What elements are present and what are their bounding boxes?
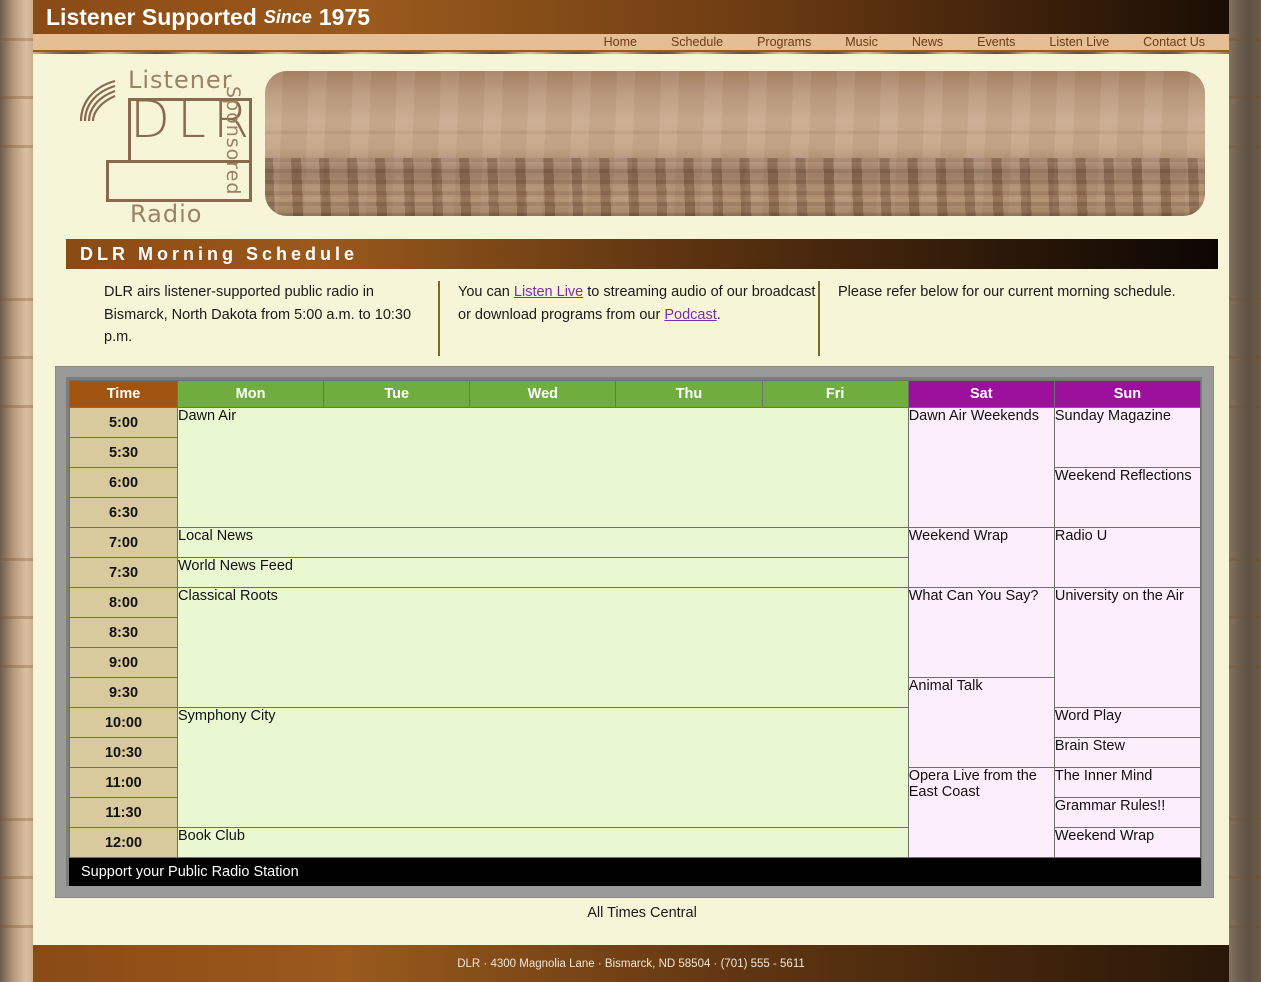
saturday-program-cell[interactable]: What Can You Say?	[907, 587, 1055, 678]
listen-live-link[interactable]: Listen Live	[514, 284, 583, 300]
column-header-sun: Sun	[1053, 380, 1202, 408]
logo-word-radio: Radio	[130, 200, 203, 228]
podcast-link[interactable]: Podcast	[664, 307, 716, 323]
intro-col2-post: .	[716, 306, 721, 323]
time-cell: 11:30	[69, 797, 178, 828]
time-cell: 8:30	[69, 617, 178, 648]
nav-item-listen-live[interactable]: Listen Live	[1049, 36, 1109, 49]
time-cell: 10:30	[69, 737, 178, 768]
time-cell: 9:00	[69, 647, 178, 678]
site-logo[interactable]: Listener DLR Sponsored Radio	[66, 62, 271, 228]
nav-item-news[interactable]: News	[912, 36, 943, 49]
column-header-time: Time	[69, 380, 178, 408]
time-cell: 10:00	[69, 707, 178, 738]
saturday-program-cell[interactable]: Dawn Air Weekends	[907, 407, 1055, 528]
main-navigation: Home Schedule Programs Music News Events…	[33, 34, 1229, 52]
saturday-program-cell[interactable]: Weekend Wrap	[907, 527, 1055, 588]
panorama-ground-texture	[265, 158, 1205, 216]
page-root: Listener Supported Since 1975 Home Sched…	[0, 0, 1261, 982]
column-header-thu: Thu	[615, 380, 763, 408]
time-cell: 7:30	[69, 557, 178, 588]
time-cell: 9:30	[69, 677, 178, 708]
schedule-inner: Time Mon Tue Wed Thu Fri Sat Sun 5:00 Daw…	[66, 377, 1202, 886]
schedule-row: 5:00 Dawn Air Dawn Air Weekends Sunday Maga…	[69, 407, 1202, 528]
schedule-header-row: Time Mon Tue Wed Thu Fri Sat Sun	[69, 380, 1202, 408]
weekday-program-cell[interactable]: Local News	[177, 527, 909, 558]
schedule-table: Time Mon Tue Wed Thu Fri Sat Sun 5:00 Daw…	[69, 380, 1202, 858]
sunday-program-cell[interactable]: University on the Air	[1053, 587, 1202, 708]
all-times-note: All Times Central	[587, 905, 697, 921]
nav-item-music[interactable]: Music	[845, 36, 878, 49]
intro-columns: DLR airs listener-supported public radio…	[66, 281, 1218, 356]
sunday-program-cell[interactable]: Sunday Magazine	[1053, 407, 1202, 468]
sunday-program-cell[interactable]: Word Play	[1053, 707, 1202, 738]
sunday-program-cell[interactable]: Weekend Wrap	[1053, 827, 1202, 858]
column-header-sat: Sat	[907, 380, 1055, 408]
time-cell: 6:30	[69, 497, 178, 528]
site-footer: DLR · 4300 Magnolia Lane · Bismarck, ND …	[33, 945, 1229, 982]
column-header-tue: Tue	[323, 380, 471, 408]
sunday-program-cell[interactable]: Weekend Reflections	[1053, 467, 1202, 528]
intro-column-1: DLR airs listener-supported public radio…	[104, 284, 412, 345]
time-cell: 11:00	[69, 767, 178, 798]
weekday-program-cell[interactable]: World News Feed	[177, 557, 909, 588]
site-title-main: Listener Supported	[46, 3, 257, 30]
weekday-program-cell[interactable]: Classical Roots	[177, 587, 909, 708]
schedule-caption: Support your Public Radio Station	[69, 858, 1201, 886]
sunday-program-cell[interactable]: Radio U	[1053, 527, 1202, 588]
weekday-program-cell[interactable]: Symphony City	[177, 707, 909, 828]
saturday-program-cell[interactable]: Animal Talk	[907, 677, 1055, 768]
column-header-fri: Fri	[761, 380, 909, 408]
schedule-body: 5:00 Dawn Air Dawn Air Weekends Sunday Maga…	[69, 407, 1202, 858]
intro-column-3: Please refer below for our current morni…	[818, 281, 1178, 356]
section-banner: DLR Morning Schedule	[66, 239, 1218, 269]
nav-item-home[interactable]: Home	[604, 36, 637, 49]
sunday-program-cell[interactable]: Grammar Rules!!	[1053, 797, 1202, 828]
site-title-year: 1975	[318, 3, 371, 30]
prairie-panorama-image	[265, 71, 1205, 216]
time-cell: 6:00	[69, 467, 178, 498]
radio-waves-icon	[79, 79, 116, 122]
content-panel: Listener DLR Sponsored Radio DLR Morning…	[33, 54, 1229, 945]
sunday-program-cell[interactable]: The Inner Mind	[1053, 767, 1202, 798]
weekday-program-cell[interactable]: Book Club	[177, 827, 909, 858]
nav-item-contact-us[interactable]: Contact Us	[1143, 36, 1205, 49]
intro-col2-pre: You can	[458, 284, 514, 300]
site-title-bar: Listener Supported Since 1975	[33, 0, 1229, 34]
column-header-mon: Mon	[176, 380, 325, 408]
time-cell: 7:00	[69, 527, 178, 558]
nav-item-schedule[interactable]: Schedule	[671, 36, 723, 49]
sunday-program-cell[interactable]: Brain Stew	[1053, 737, 1202, 768]
nav-item-programs[interactable]: Programs	[757, 36, 811, 49]
time-cell: 12:00	[69, 827, 178, 858]
schedule-frame: Time Mon Tue Wed Thu Fri Sat Sun 5:00 Daw…	[55, 366, 1214, 898]
logo-word-sponsored: Sponsored	[222, 86, 244, 196]
time-cell: 8:00	[69, 587, 178, 618]
saturday-program-cell[interactable]: Opera Live from the East Coast	[907, 767, 1055, 858]
nav-item-events[interactable]: Events	[977, 36, 1015, 49]
time-cell: 5:30	[69, 437, 178, 468]
column-header-wed: Wed	[469, 380, 617, 408]
site-title-since: Since	[263, 6, 312, 27]
schedule-row: 8:00 Classical Roots What Can You Say? Univ…	[69, 587, 1202, 708]
schedule-row: 7:00 Local News Weekend Wrap Radio U	[69, 527, 1202, 588]
header-band: Listener DLR Sponsored Radio	[33, 54, 1229, 228]
time-cell: 5:00	[69, 407, 178, 438]
intro-column-2: You can Listen Live to streaming audio o…	[438, 281, 818, 356]
weekday-program-cell[interactable]: Dawn Air	[177, 407, 909, 528]
